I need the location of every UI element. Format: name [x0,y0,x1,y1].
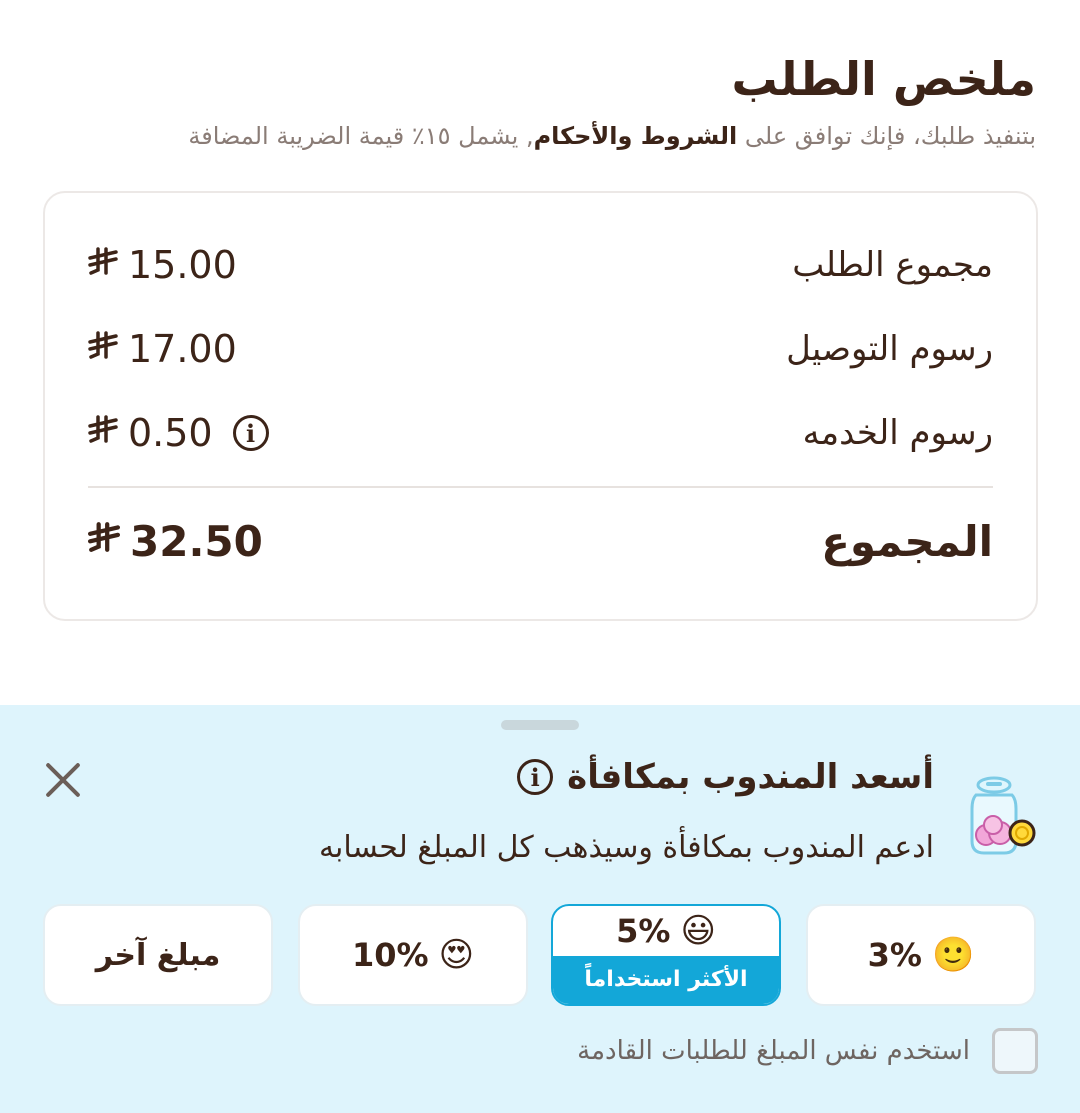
tip-bottom-sheet: أسعد المندوب بمكافأة i ادعم المندوب بمكا… [0,705,1080,1113]
amount-value: 17.00 [128,327,237,371]
close-button[interactable] [40,757,86,803]
divider [88,486,993,488]
delivery-fee-amount: 17.00 [88,327,237,371]
riyal-icon [88,330,118,368]
slightly-smiling-face-icon: 🙂 [931,935,975,975]
order-summary-card: 15.00 مجموع الطلب 17.00 رسوم التوصيل 0.5… [43,191,1038,621]
most-used-badge: الأكثر استخداماً [553,955,779,1004]
tip-value: 10% [351,936,429,974]
order-subtotal-amount: 15.00 [88,243,237,287]
amount-value: 15.00 [128,243,237,287]
total-amount: 32.50 [88,517,263,566]
service-fee-label: رسوم الخدمه [802,413,993,453]
tip-option-top: 5% 😃 [616,906,716,956]
tip-other-label: مبلغ آخر [95,937,221,973]
service-fee-row: 0.50 i رسوم الخدمه [88,403,993,463]
tip-jar-icon [968,775,1038,863]
subtitle-prefix: بتنفيذ طلبك، فإنك توافق على [737,122,1036,150]
total-label: المجموع [821,516,993,566]
tip-option-5-percent[interactable]: 5% 😃 الأكثر استخداماً [551,904,781,1006]
order-subtotal-label: مجموع الطلب [792,245,993,285]
heart-eyes-face-icon: 😍 [438,935,475,975]
remember-tip-checkbox[interactable] [992,1028,1038,1074]
terms-link[interactable]: الشروط والأحكام [534,122,738,150]
riyal-icon [88,414,118,452]
tip-title-row: أسعد المندوب بمكافأة i [517,757,934,797]
tip-option-other-amount[interactable]: مبلغ آخر [43,904,273,1006]
remember-tip-row[interactable]: استخدم نفس المبلغ للطلبات القادمة [577,1028,1038,1074]
delivery-fee-label: رسوم التوصيل [786,329,993,369]
tip-description: ادعم المندوب بمكافأة وسيذهب كل المبلغ لح… [318,830,934,865]
order-summary-title: ملخص الطلب [731,52,1036,106]
tip-value: 5% [616,911,671,950]
amount-value: 0.50 [128,411,213,455]
order-summary-subtitle: بتنفيذ طلبك، فإنك توافق على الشروط والأح… [36,122,1036,150]
remember-tip-label: استخدم نفس المبلغ للطلبات القادمة [577,1036,970,1066]
tip-option-3-percent[interactable]: 3% 🙂 [806,904,1036,1006]
subtitle-suffix: , يشمل ١٥٪ قيمة الضريبة المضافة [188,122,534,150]
riyal-icon [88,521,121,561]
service-fee-amount: 0.50 i [88,411,269,455]
drag-handle[interactable] [501,720,579,730]
total-row: 32.50 المجموع [88,511,993,571]
tip-title: أسعد المندوب بمكافأة [567,757,934,797]
tip-info-icon[interactable]: i [517,759,554,795]
amount-value: 32.50 [130,516,263,566]
info-icon[interactable]: i [232,415,269,451]
riyal-icon [88,246,118,284]
delivery-fee-row: 17.00 رسوم التوصيل [88,319,993,379]
order-subtotal-row: 15.00 مجموع الطلب [88,235,993,295]
grinning-face-icon: 😃 [680,910,716,951]
tip-value: 3% [867,936,922,974]
tip-option-10-percent[interactable]: 10% 😍 [298,904,528,1006]
